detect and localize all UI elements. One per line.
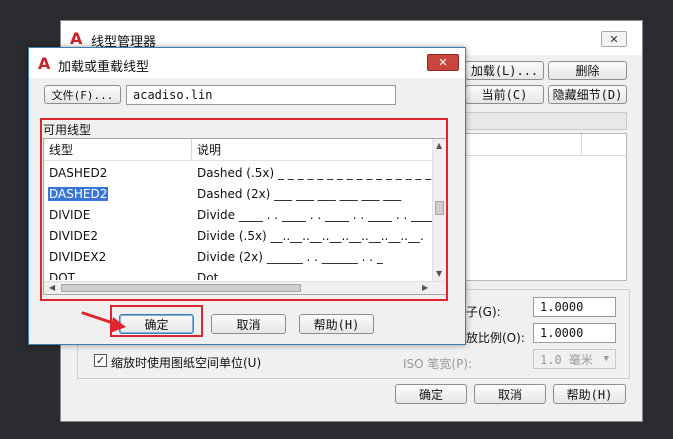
linetype-description: Divide (2x) ______ . . ______ . . _ (197, 250, 383, 264)
close-icon: ✕ (438, 56, 448, 69)
load-linetypes-title: 加载或重载线型 (58, 60, 150, 75)
load-ok-button[interactable]: 确定 (119, 314, 194, 334)
linetype-description: Dashed (.5x) _ _ _ _ _ _ _ _ _ _ _ _ _ _… (197, 166, 432, 180)
load-linetypes-titlebar: A 加载或重载线型 ✕ (29, 48, 465, 78)
iso-pen-width-label: ISO 笔宽(P): (403, 357, 473, 371)
autocad-logo-icon: A (70, 29, 83, 48)
scroll-right-icon[interactable]: ▶ (422, 283, 428, 292)
scroll-up-icon[interactable]: ▲ (436, 141, 442, 150)
paper-units-checkbox[interactable]: ✓ (94, 354, 107, 367)
hide-details-button[interactable]: 隐藏细节(D) (548, 85, 627, 104)
list-header-strip (466, 134, 626, 156)
file-button[interactable]: 文件(F)... (44, 85, 121, 104)
iso-pen-width-value: 1.0 毫米 (540, 352, 593, 367)
available-linetypes-label: 可用线型 (43, 123, 92, 137)
delete-button[interactable]: 删除 (548, 61, 627, 80)
file-name-input[interactable]: acadiso.lin (126, 85, 396, 105)
list-header: 线型 说明 (44, 139, 432, 161)
list-header-divider (581, 134, 582, 156)
load-linetypes-close-button[interactable]: ✕ (427, 54, 459, 71)
list-item[interactable]: DIVIDE Divide ____ . . ____ . . ____ . .… (44, 205, 435, 226)
paper-units-label: 缩放时使用图纸空间单位(U) (111, 356, 262, 370)
list-item[interactable]: DIVIDEX2 Divide (2x) ______ . . ______ .… (44, 247, 431, 268)
close-icon: ✕ (609, 32, 619, 46)
column-header-linetype[interactable]: 线型 (44, 139, 192, 159)
linetype-name: DASHED2 (49, 166, 108, 180)
object-scale-input[interactable]: 1.0000 (533, 323, 616, 343)
linetype-description: Dashed (2x) ___ ___ ___ ___ ___ ___ (197, 187, 402, 201)
linetype-list-body[interactable] (465, 133, 627, 281)
list-item[interactable]: DASHED2 Dashed (.5x) _ _ _ _ _ _ _ _ _ _… (44, 163, 431, 184)
linetype-manager-close-button[interactable]: ✕ (601, 31, 627, 47)
current-button[interactable]: 当前(C) (465, 85, 544, 104)
load-cancel-button[interactable]: 取消 (211, 314, 286, 334)
horizontal-scroll-thumb[interactable] (61, 284, 301, 292)
chevron-down-icon: ▼ (603, 354, 609, 364)
check-icon: ✓ (95, 354, 106, 367)
vertical-scrollbar[interactable]: ▲ ▼ (432, 139, 446, 281)
object-scale-label: 放比例(O): (466, 331, 525, 345)
linetype-description: Divide ____ . . ____ . . ____ . . ____ .… (197, 208, 436, 222)
linetype-list-pane[interactable] (465, 112, 627, 130)
autocad-logo-icon: A (38, 54, 51, 73)
global-scale-input[interactable]: 1.0000 (533, 297, 616, 317)
scroll-left-icon[interactable]: ◀ (49, 283, 55, 292)
linetype-description: Divide (.5x) __..__..__..__..__..__..__.… (197, 229, 424, 243)
arrow-pointer-icon (81, 311, 126, 333)
linetype-name: DIVIDEX2 (49, 250, 107, 264)
linetype-name: DIVIDE (49, 208, 91, 222)
list-item[interactable]: DIVIDE2 Divide (.5x) __..__..__..__..__.… (44, 226, 431, 247)
horizontal-scrollbar[interactable]: ◀ ▶ (44, 281, 446, 294)
linetype-name: DIVIDE2 (49, 229, 98, 243)
load-button[interactable]: 加载(L)... (465, 61, 544, 80)
available-linetypes-list[interactable]: 线型 说明 DASHED2 Dashed (.5x) _ _ _ _ _ _ _… (43, 138, 447, 295)
global-scale-label: 子(G): (466, 305, 501, 319)
column-header-description[interactable]: 说明 (192, 139, 432, 159)
manager-ok-button[interactable]: 确定 (395, 384, 467, 404)
linetype-name: DOT (49, 271, 76, 280)
scroll-down-icon[interactable]: ▼ (436, 269, 442, 278)
iso-pen-width-select[interactable]: 1.0 毫米 ▼ (533, 349, 616, 369)
linetype-name: DASHED2 (48, 187, 109, 201)
load-help-button[interactable]: 帮助(H) (299, 314, 374, 334)
manager-cancel-button[interactable]: 取消 (474, 384, 546, 404)
load-linetypes-dialog: A 加载或重载线型 ✕ 文件(F)... acadiso.lin 可用线型 线型… (28, 47, 466, 345)
list-item[interactable]: DOT Dot . . . . . . . . . . . . . . . . … (44, 268, 431, 280)
manager-help-button[interactable]: 帮助(H) (553, 384, 626, 404)
scroll-thumb[interactable] (435, 201, 444, 215)
linetype-description: Dot . . . . . . . . . . . . . . . . . . … (197, 271, 394, 280)
list-item-selected[interactable]: DASHED2 Dashed (2x) ___ ___ ___ ___ ___ … (44, 184, 431, 205)
